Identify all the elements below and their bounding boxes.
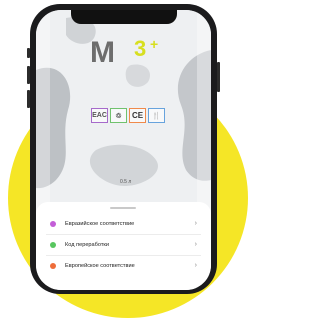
- certification-marks: EAC ♲ CE 🍴: [91, 108, 165, 123]
- phone-screen: M 3 + EAC ♲ CE 🍴 0.5 л Евразийское соотв…: [36, 10, 211, 290]
- recycling-dot-icon: [50, 241, 56, 248]
- list-item-label: Европейское соответствие: [65, 262, 135, 269]
- ce-mark-icon: CE: [129, 108, 146, 123]
- list-item-european-conformity[interactable]: Европейское соответствие ›: [36, 255, 211, 276]
- list-item-eurasian-conformity[interactable]: Евразийское соответствие ›: [36, 213, 211, 234]
- brand-logo-plus: +: [150, 36, 159, 52]
- list-item-label: Евразийское соответствие: [65, 220, 135, 227]
- eac-mark-icon: EAC: [91, 108, 108, 123]
- chevron-right-icon: ›: [194, 220, 197, 227]
- volume-label: 0.5 л: [120, 179, 132, 185]
- eurasian-dot-icon: [50, 220, 56, 227]
- brand-logo-letter: M: [90, 36, 115, 69]
- food-safe-icon: 🍴: [148, 108, 165, 123]
- list-item-label: Код переработки: [65, 241, 109, 248]
- chevron-right-icon: ›: [194, 262, 197, 269]
- phone-power-button: [217, 62, 220, 92]
- chevron-right-icon: ›: [194, 241, 197, 248]
- sheet-drag-handle[interactable]: [110, 207, 136, 209]
- phone-notch: [71, 10, 177, 24]
- list-item-recycling-code[interactable]: Код переработки ›: [36, 234, 211, 255]
- recycle-icon: ♲: [110, 108, 127, 123]
- brand-logo-number: 3: [134, 36, 147, 61]
- european-dot-icon: [50, 262, 56, 269]
- bottom-sheet: Евразийское соответствие › Код переработ…: [36, 202, 211, 290]
